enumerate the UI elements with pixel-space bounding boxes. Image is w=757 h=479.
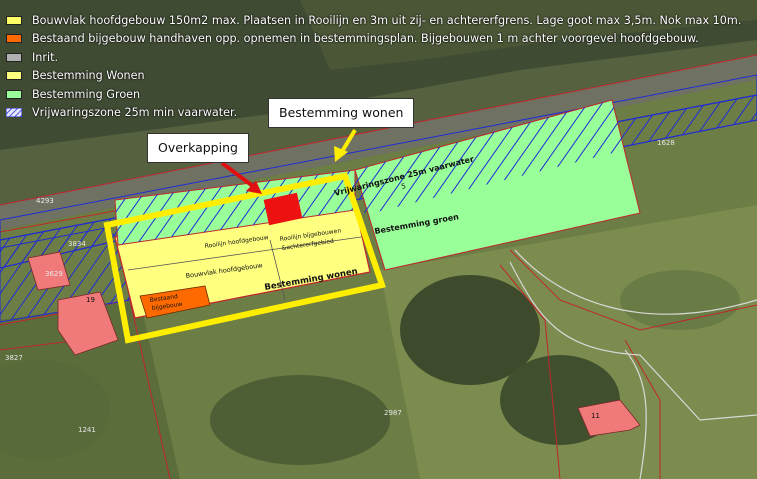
legend-swatch-light-yellow [6,71,22,81]
parcel-3629: 3629 [45,270,63,278]
legend-label: Inrit. [32,50,59,64]
parcel-1628: 1628 [657,139,675,147]
parcel-1241: 1241 [78,426,96,434]
legend-item-inrit: Inrit. [6,48,741,67]
legend-swatch-yellow [6,15,22,25]
callout-bestemming-wonen: Bestemming wonen [268,98,415,128]
legend-label: Bouwvlak hoofdgebouw 150m2 max. Plaatsen… [32,13,742,27]
legend-swatch-green [6,89,22,99]
legend-label: Bestemming Groen [32,87,141,101]
legend-item-wonen: Bestemming Wonen [6,67,741,86]
legend-swatch-grey [6,52,22,62]
legend-label: Bestaand bijgebouw handhaven opp. opneme… [32,32,699,46]
parcel-4293: 4293 [36,197,54,205]
house-11-label: 11 [591,412,600,420]
parcel-3834: 3834 [68,240,86,248]
legend-label: Vrijwaringszone 25m min vaarwater. [32,106,238,120]
legend-swatch-orange [6,34,22,44]
callout-overkapping: Overkapping [147,133,249,163]
legend-item-bouwvlak: Bouwvlak hoofdgebouw 150m2 max. Plaatsen… [6,11,741,30]
legend-label: Bestemming Wonen [32,69,145,83]
house-19-label: 19 [86,296,95,304]
legend-item-bijgebouw: Bestaand bijgebouw handhaven opp. opneme… [6,30,741,49]
parcel-3827: 3827 [5,354,23,362]
legend-swatch-hatch [6,108,22,118]
parcel-2987: 2987 [384,409,402,417]
